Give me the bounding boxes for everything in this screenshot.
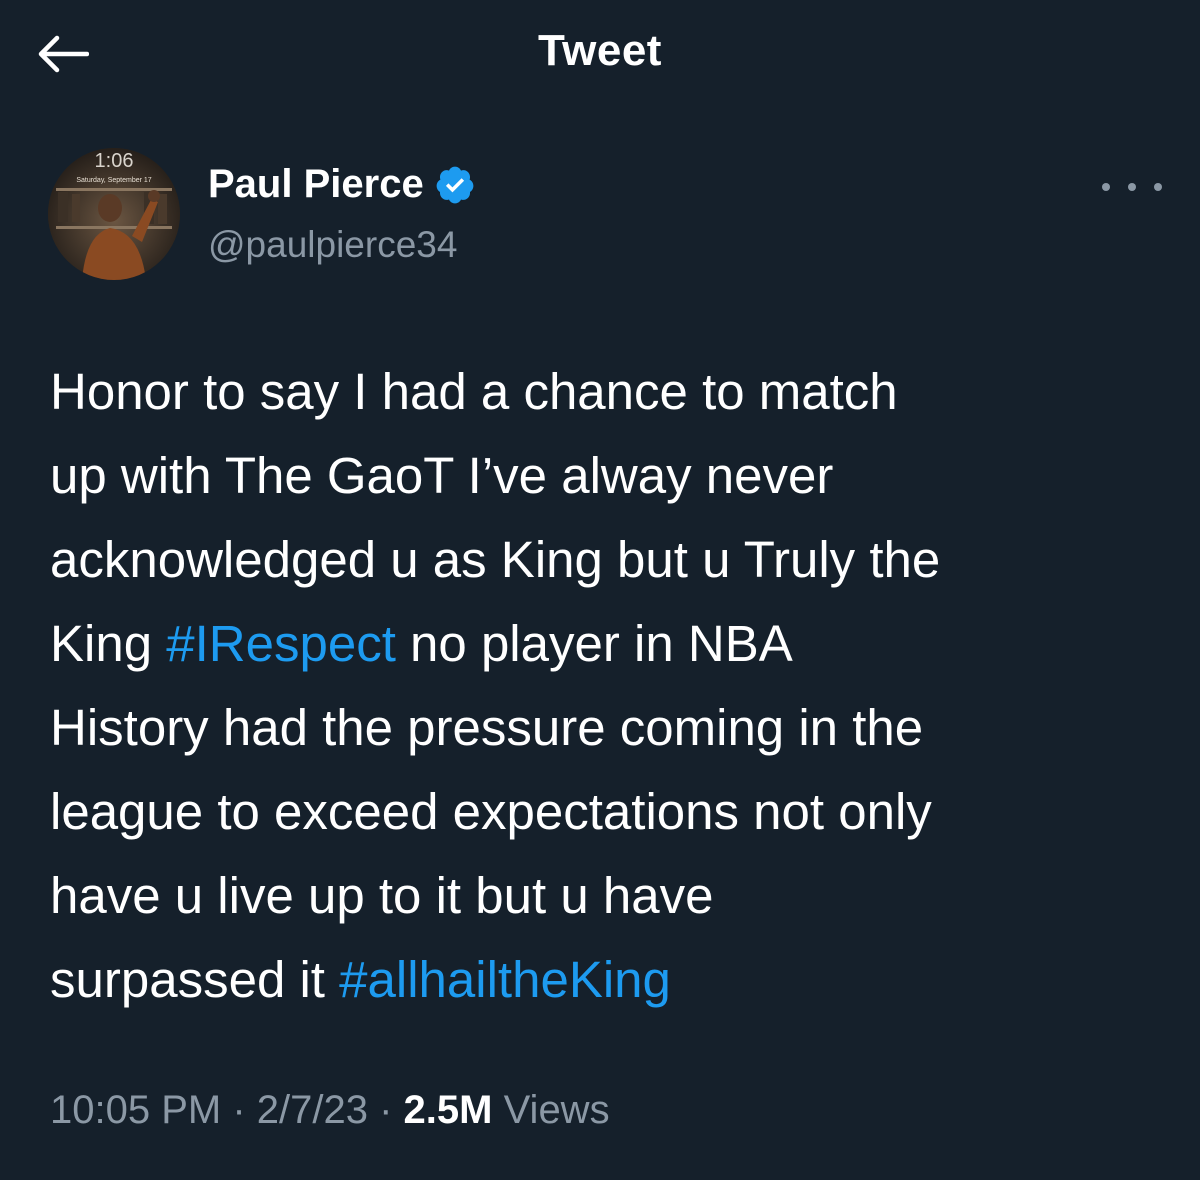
page-title: Tweet	[538, 26, 662, 75]
tweet-text-line: King #IRespect no player in NBA	[50, 602, 1170, 686]
tweet-text: Honor to say I had a chance to match up w…	[50, 350, 1170, 1022]
tweet-text-segment: acknowledged u as King but u Truly the	[50, 531, 941, 588]
top-bar: Tweet	[0, 0, 1200, 100]
tweet-metadata: 10:05 PM · 2/7/23 · 2.5M Views	[50, 1088, 610, 1133]
tweet-text-segment: Honor to say I had a chance to match	[50, 363, 898, 420]
verified-badge-icon	[436, 166, 474, 203]
tweet-time[interactable]: 10:05 PM	[50, 1088, 221, 1132]
tweet-text-line: History had the pressure coming in the	[50, 686, 1170, 770]
tweet-text-line: league to exceed expectations not only	[50, 770, 1170, 854]
tweet-text-line: up with The GaoT I’ve alway never	[50, 434, 1170, 518]
tweet-text-segment: have u live up to it but u have	[50, 867, 714, 924]
tweet-text-line: Honor to say I had a chance to match	[50, 350, 1170, 434]
tweet-text-segment: no player in NBA	[395, 615, 793, 672]
more-dot-icon	[1154, 183, 1162, 191]
more-dot-icon	[1128, 183, 1136, 191]
separator-dot: ·	[221, 1088, 257, 1132]
tweet-text-segment: surpassed it	[50, 951, 340, 1008]
more-options-button[interactable]	[1102, 172, 1162, 202]
views-count[interactable]: 2.5M	[404, 1088, 493, 1132]
tweet-text-segment: up with The GaoT I’ve alway never	[50, 447, 834, 504]
hashtag-link[interactable]: #IRespect	[166, 615, 396, 672]
avatar-date-text: Saturday, September 17	[76, 177, 152, 184]
display-name-row: Paul Pierce	[208, 162, 476, 207]
tweet-text-line: acknowledged u as King but u Truly the	[50, 518, 1170, 602]
views-label: Views	[503, 1088, 610, 1132]
hashtag-link[interactable]: #allhailtheKing	[339, 951, 671, 1008]
avatar[interactable]: 1:06 Saturday, September 17	[48, 148, 180, 280]
more-dot-icon	[1102, 183, 1110, 191]
separator-dot: ·	[367, 1088, 404, 1132]
tweet-date[interactable]: 2/7/23	[257, 1088, 368, 1132]
tweet-text-segment: History had the pressure coming in the	[50, 699, 924, 756]
tweet-text-segment: King	[50, 615, 167, 672]
tweet-author: 1:06 Saturday, September 17 Paul Pierce …	[48, 148, 1168, 288]
tweet-text-line: have u live up to it but u have	[50, 854, 1170, 938]
avatar-clock-text: 1:06	[94, 150, 134, 172]
tweet-text-line: surpassed it #allhailtheKing	[50, 938, 1170, 1022]
display-name[interactable]: Paul Pierce	[208, 162, 424, 207]
tweet-text-segment: league to exceed expectations not only	[50, 783, 932, 840]
user-handle[interactable]: @paulpierce34	[208, 224, 457, 266]
